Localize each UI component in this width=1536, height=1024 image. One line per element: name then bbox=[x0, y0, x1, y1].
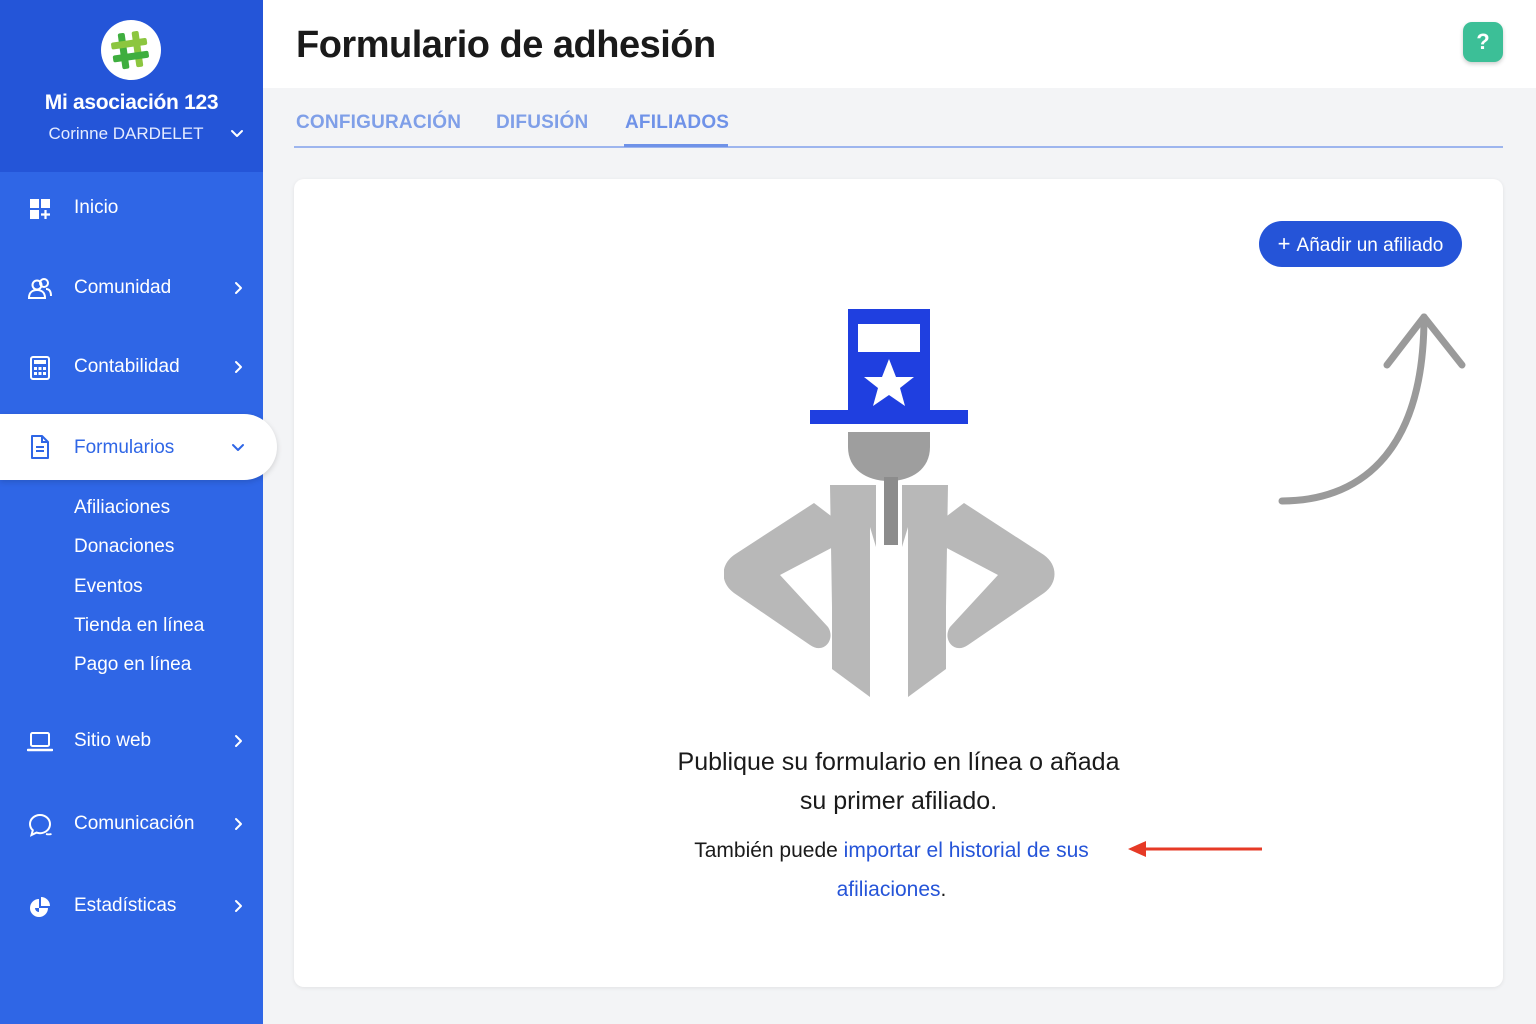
empty-state-message: Publique su formulario en línea o añada … bbox=[294, 743, 1503, 821]
active-tab-indicator bbox=[624, 144, 728, 147]
sidebar-item-label: Comunicación bbox=[74, 813, 195, 834]
chevron-down-icon bbox=[231, 130, 243, 137]
empty-state-card: + Añadir un afiliado Publique su formular… bbox=[294, 179, 1503, 987]
curved-arrow-icon bbox=[1278, 313, 1466, 505]
tab-afiliados[interactable]: AFILIADOS bbox=[625, 112, 729, 134]
sidebar-subitem-eventos[interactable]: Eventos bbox=[74, 576, 143, 598]
import-history-link[interactable]: importar el historial de sus afiliacione… bbox=[837, 839, 1089, 901]
sidebar-item-contabilidad[interactable]: Contabilidad bbox=[0, 340, 263, 396]
sidebar-item-label: Contabilidad bbox=[74, 356, 180, 377]
tab-difusion[interactable]: DIFUSIÓN bbox=[496, 112, 588, 134]
help-button[interactable]: ? bbox=[1463, 22, 1503, 62]
sidebar-subitem-pago[interactable]: Pago en línea bbox=[74, 654, 191, 676]
add-member-label: Añadir un afiliado bbox=[1296, 235, 1444, 256]
users-icon bbox=[27, 278, 52, 299]
sidebar-item-label: Comunidad bbox=[74, 277, 172, 298]
document-icon bbox=[31, 435, 49, 459]
sidebar-header: Mi asociación 123 Corinne DARDELET bbox=[0, 0, 263, 172]
org-logo[interactable] bbox=[101, 20, 161, 80]
laptop-icon bbox=[27, 732, 53, 752]
member-illustration bbox=[724, 309, 1055, 697]
chevron-right-icon bbox=[235, 818, 242, 830]
sidebar-item-sitio-web[interactable]: Sitio web bbox=[0, 714, 263, 770]
add-member-button[interactable]: + Añadir un afiliado bbox=[1259, 221, 1462, 267]
page-header: Formulario de adhesión ? bbox=[263, 0, 1536, 88]
chevron-right-icon bbox=[235, 361, 242, 373]
sidebar-item-inicio[interactable]: Inicio bbox=[0, 181, 263, 237]
chevron-right-icon bbox=[235, 735, 242, 747]
chevron-right-icon bbox=[235, 900, 242, 912]
empty-state-line-2: su primer afiliado. bbox=[799, 787, 998, 815]
chat-icon bbox=[28, 813, 52, 837]
import-prefix: También puede bbox=[694, 839, 844, 862]
plus-icon: + bbox=[1277, 231, 1291, 256]
calculator-icon bbox=[30, 356, 50, 380]
sidebar-item-label: Sitio web bbox=[74, 730, 152, 751]
sidebar-item-formularios[interactable]: Formularios bbox=[0, 414, 277, 480]
sidebar: Mi asociación 123 Corinne DARDELET Inici… bbox=[0, 0, 277, 1024]
sidebar-item-comunidad[interactable]: Comunidad bbox=[0, 261, 263, 317]
sidebar-item-label: Estadísticas bbox=[74, 895, 177, 916]
user-name: Corinne DARDELET bbox=[48, 124, 204, 143]
user-menu[interactable]: Corinne DARDELET bbox=[0, 124, 263, 148]
sidebar-subitem-donaciones[interactable]: Donaciones bbox=[74, 536, 174, 558]
sidebar-subitem-tienda[interactable]: Tienda en línea bbox=[74, 615, 204, 637]
tab-bar: CONFIGURACIÓN DIFUSIÓN AFILIADOS bbox=[294, 108, 1503, 148]
page-title: Formulario de adhesión bbox=[296, 24, 716, 66]
pie-chart-icon bbox=[30, 897, 50, 917]
sidebar-item-estadisticas[interactable]: Estadísticas bbox=[0, 879, 263, 935]
sidebar-item-label: Inicio bbox=[74, 197, 119, 218]
sidebar-item-label: Formularios bbox=[74, 437, 175, 458]
import-suffix: . bbox=[940, 878, 947, 901]
sidebar-subitem-afiliaciones[interactable]: Afiliaciones bbox=[74, 497, 170, 519]
annotation-arrow-icon bbox=[1128, 841, 1262, 857]
org-name: Mi asociación 123 bbox=[44, 91, 219, 114]
chevron-right-icon bbox=[235, 282, 242, 294]
chevron-down-icon bbox=[232, 444, 244, 451]
sidebar-item-comunicacion[interactable]: Comunicación bbox=[0, 797, 263, 853]
import-message: También puede importar el historial de s… bbox=[664, 831, 1119, 909]
dashboard-icon bbox=[30, 199, 50, 219]
tab-configuracion[interactable]: CONFIGURACIÓN bbox=[296, 112, 461, 134]
empty-state-line-1: Publique su formulario en línea o añada bbox=[677, 748, 1120, 776]
hashtag-logo-icon bbox=[111, 31, 149, 70]
